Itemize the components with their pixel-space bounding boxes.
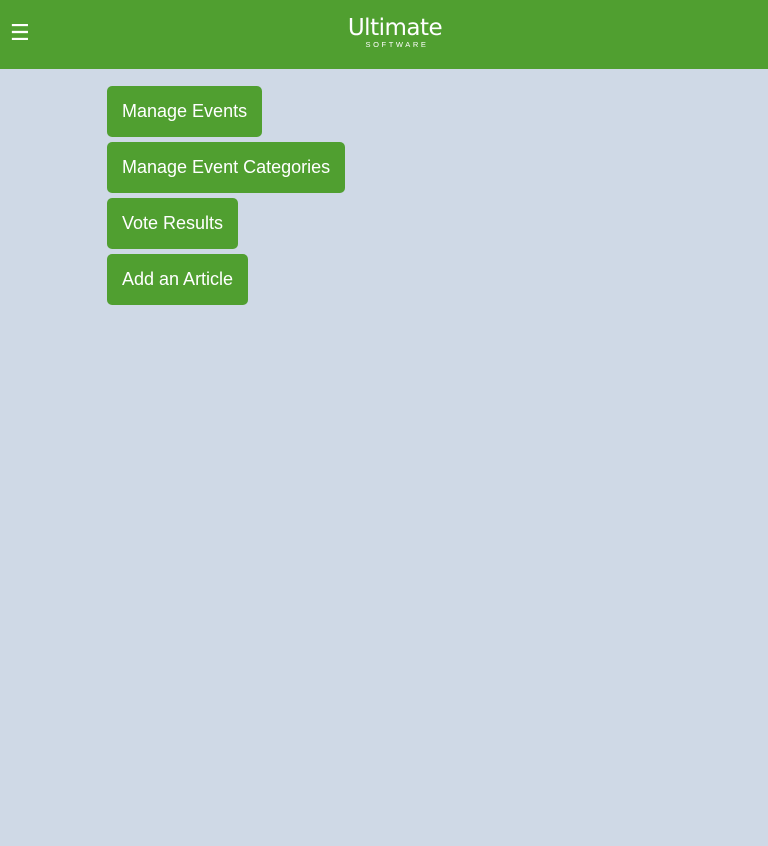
top-navigation-bar: ☰ Ultimate SOFTWARE: [0, 0, 768, 69]
vote-results-button[interactable]: Vote Results: [107, 198, 239, 249]
ultimate-software-logo[interactable]: Ultimate SOFTWARE: [342, 15, 448, 55]
hamburger-menu-icon[interactable]: ☰: [10, 22, 32, 46]
add-article-button[interactable]: Add an Article: [107, 254, 249, 305]
logo-wordmark: Ultimate: [347, 15, 443, 41]
logo-subtitle: SOFTWARE: [365, 40, 429, 49]
manage-event-categories-button[interactable]: Manage Event Categories: [107, 142, 346, 193]
admin-actions: Manage Events Manage Event Categories Vo…: [107, 86, 346, 310]
manage-events-button[interactable]: Manage Events: [107, 86, 263, 137]
